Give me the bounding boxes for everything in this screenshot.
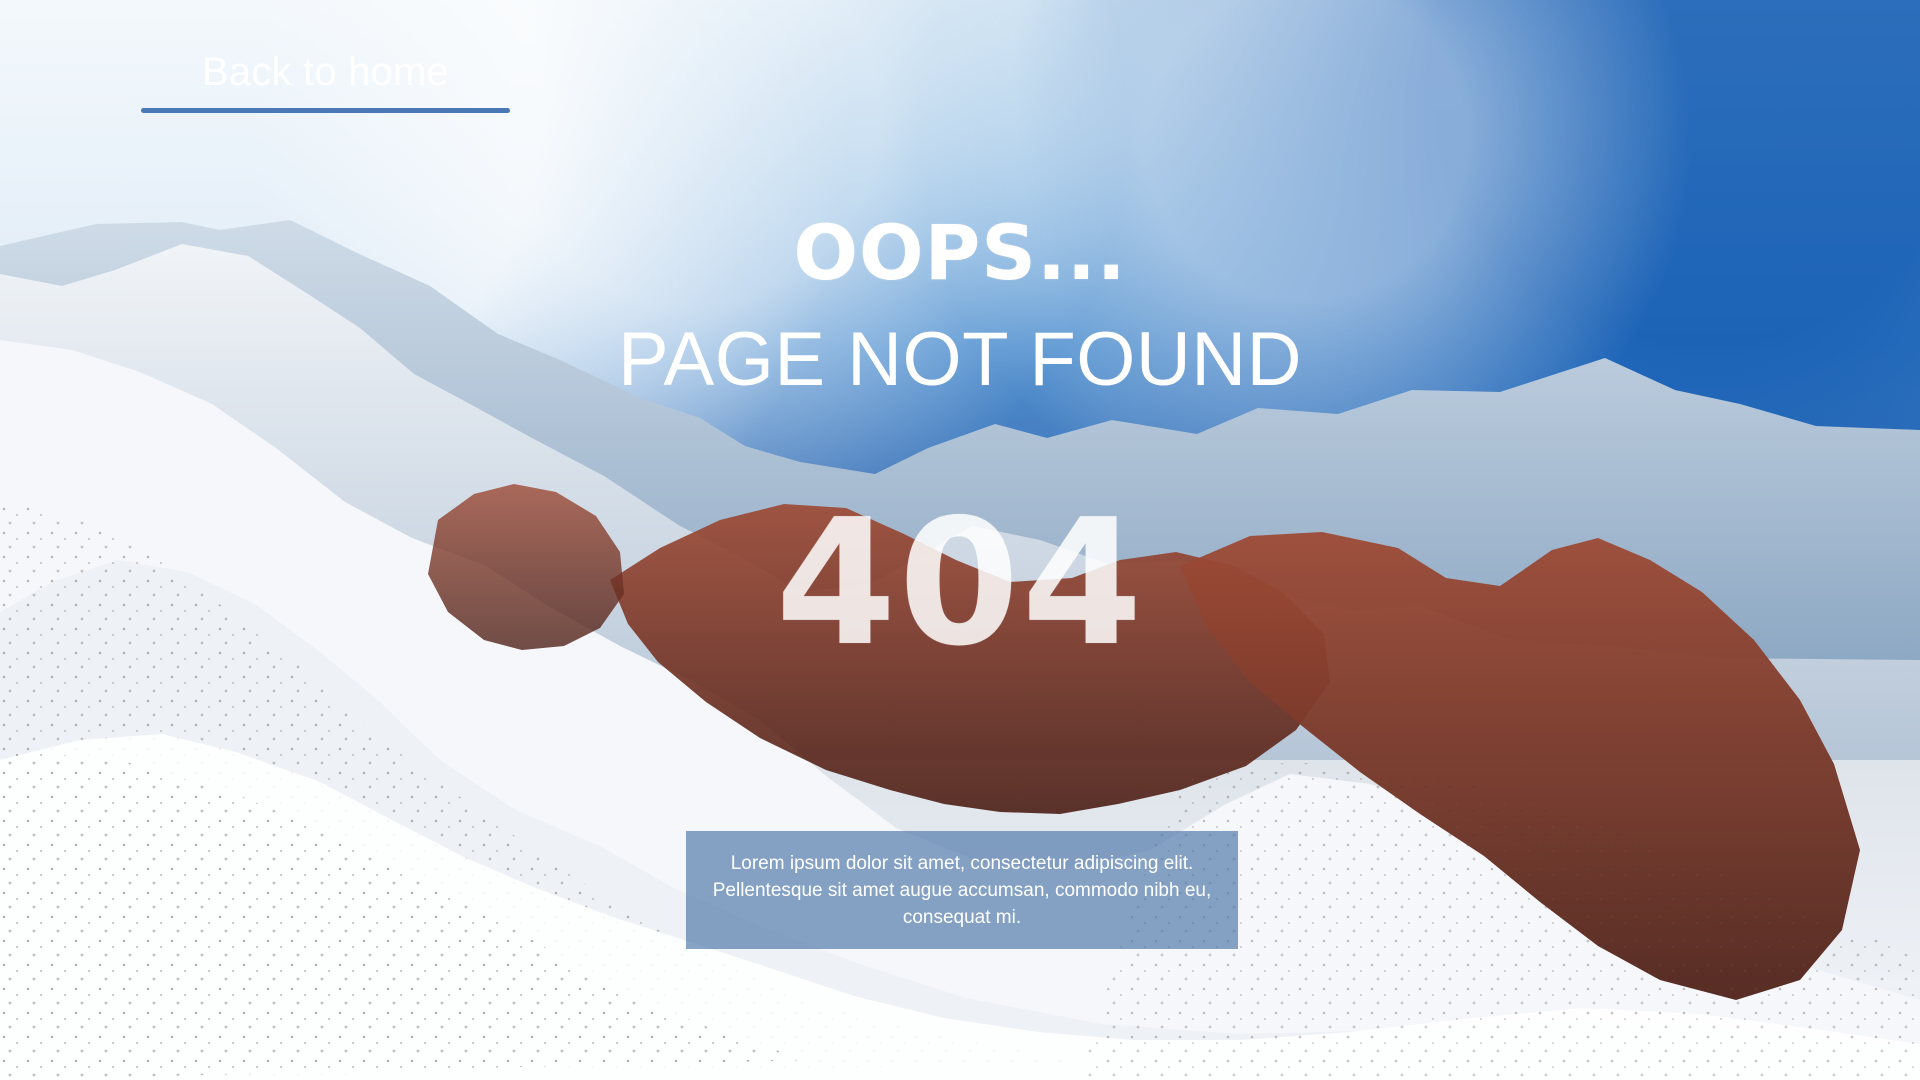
back-to-home-link[interactable]: Back to home	[141, 44, 510, 114]
message-panel: Lorem ipsum dolor sit amet, consectetur …	[686, 831, 1238, 949]
error-code: 404	[775, 482, 1145, 685]
headline: OOPS...	[793, 208, 1127, 297]
message-text: Lorem ipsum dolor sit amet, consectetur …	[712, 852, 1212, 928]
not-found-page: Back to home OOPS... PAGE NOT FOUND 404 …	[0, 0, 1920, 1080]
back-to-home-label: Back to home	[202, 50, 449, 94]
back-to-home-underline	[141, 108, 510, 113]
subheadline: PAGE NOT FOUND	[617, 317, 1303, 402]
